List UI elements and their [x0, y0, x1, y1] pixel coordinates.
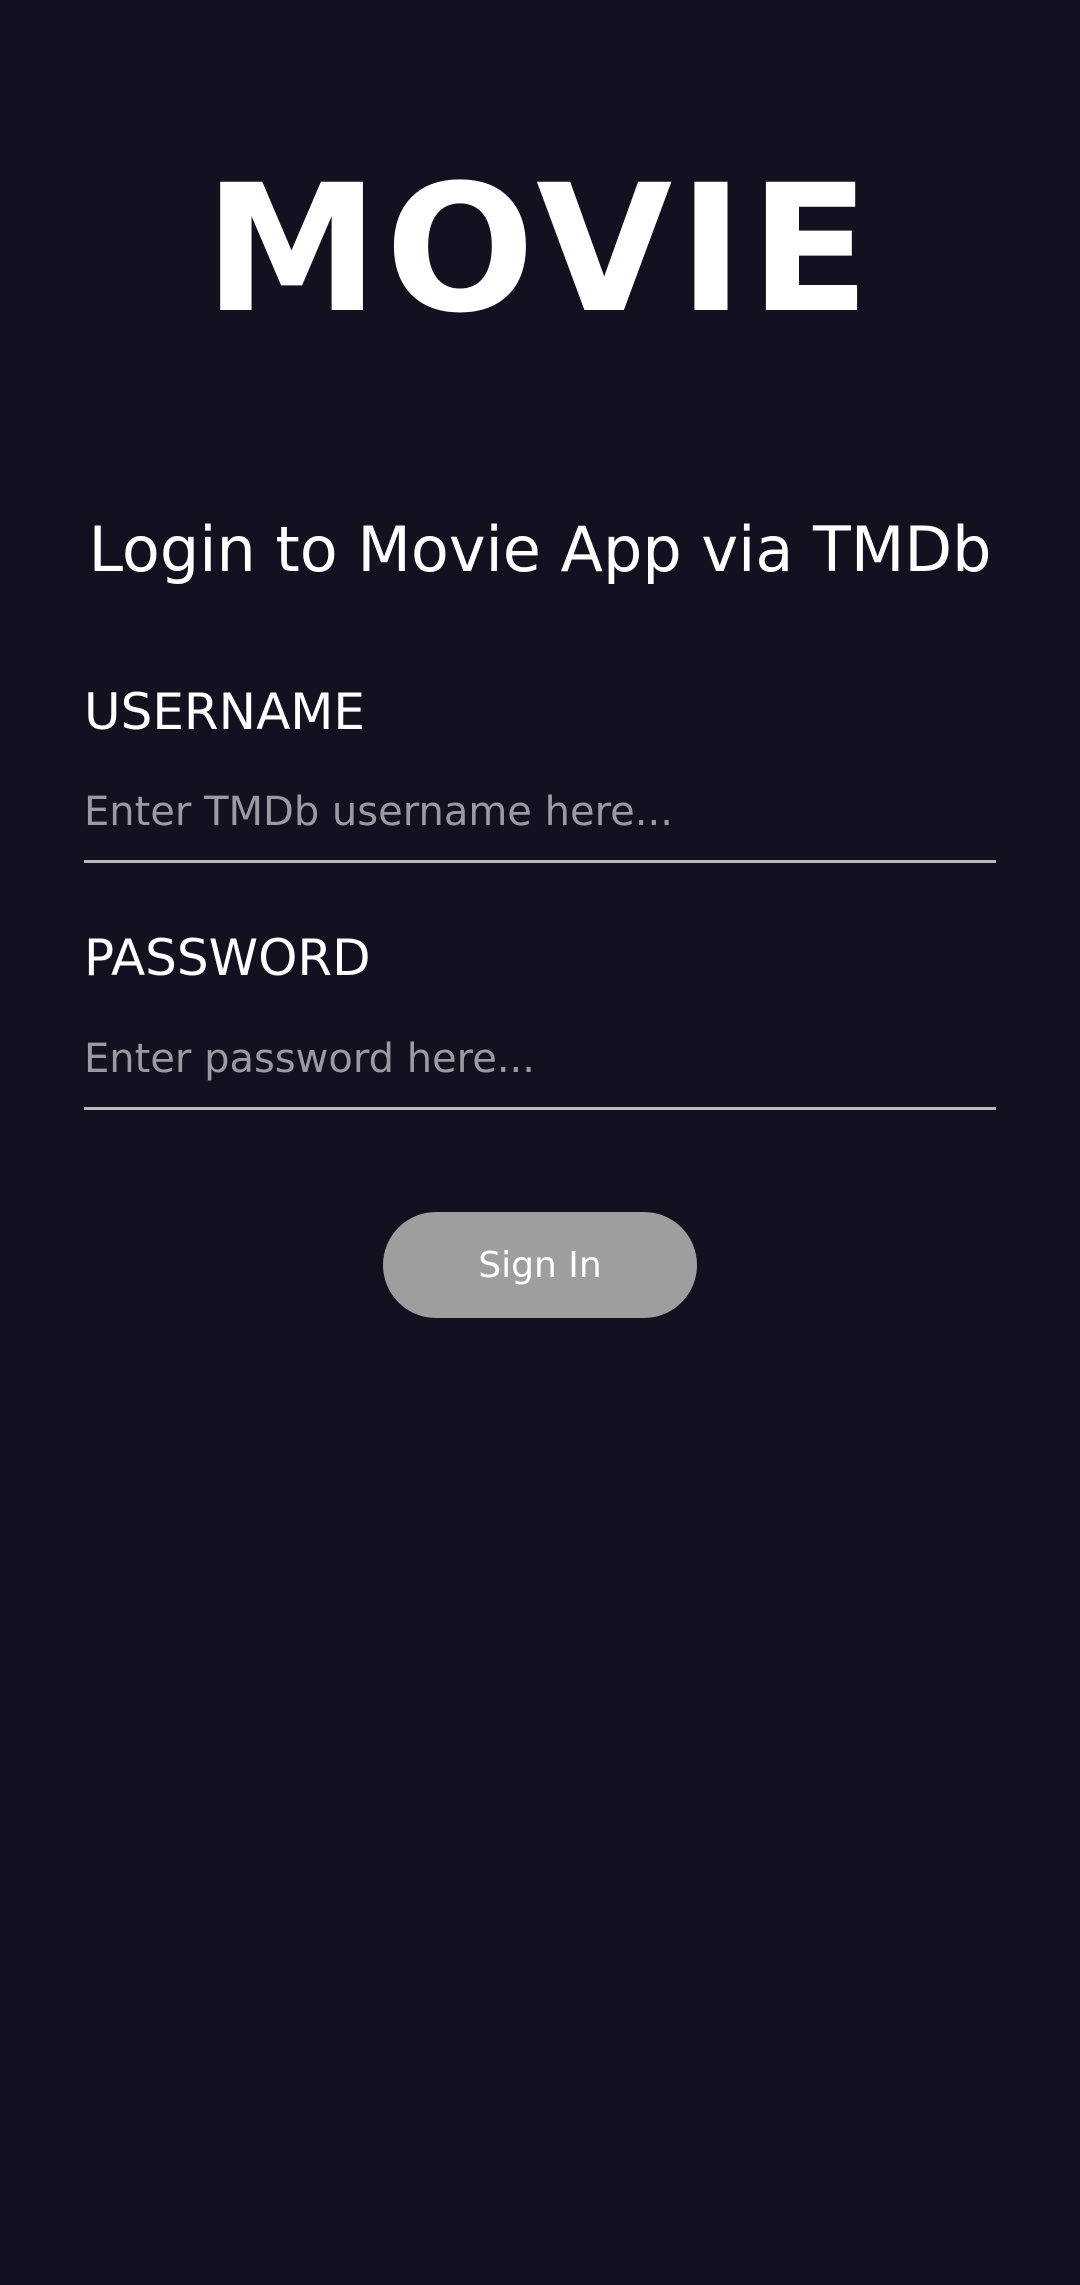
sign-in-button[interactable]: Sign In	[383, 1212, 697, 1318]
login-heading: Login to Movie App via TMDb	[88, 513, 992, 586]
password-label: PASSWORD	[84, 929, 371, 987]
password-input[interactable]	[84, 1011, 996, 1110]
username-label: USERNAME	[84, 683, 366, 741]
app-logo: MOVIE	[204, 147, 876, 352]
username-input[interactable]	[84, 764, 996, 863]
